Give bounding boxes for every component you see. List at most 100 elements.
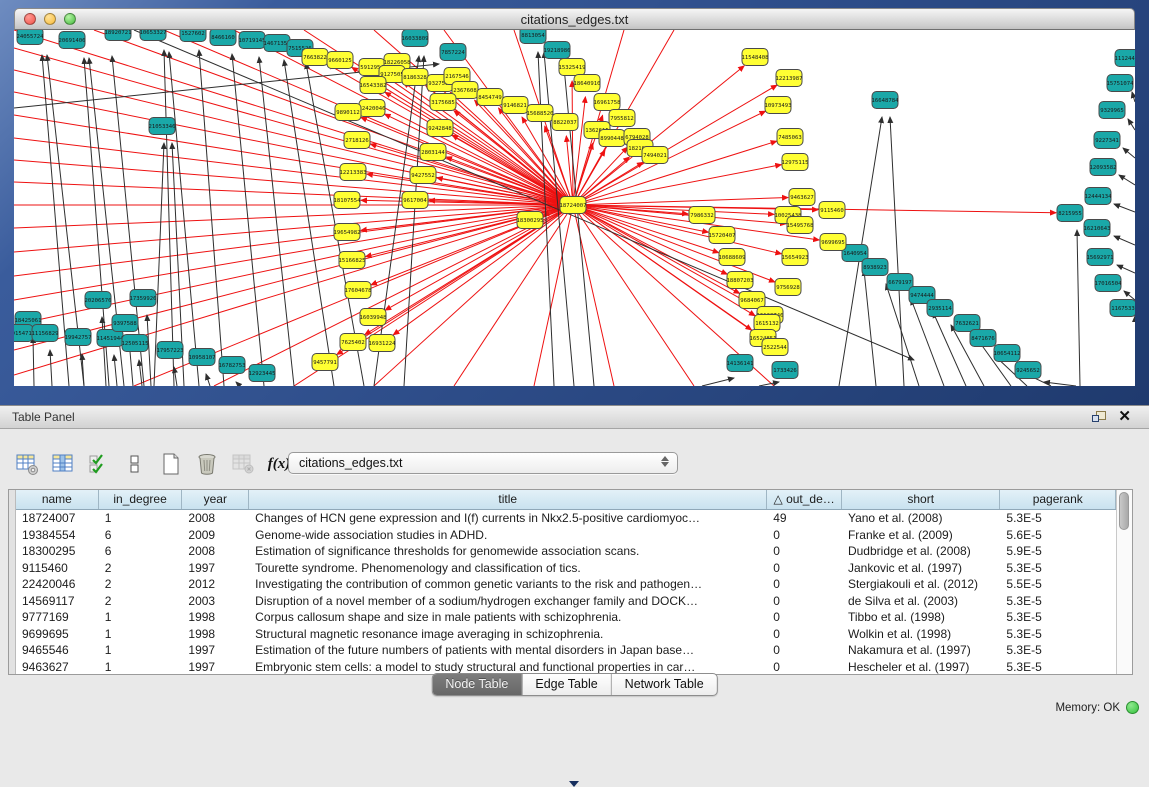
graph-node[interactable]: 9242848 [427, 120, 453, 137]
black-citation-edge[interactable] [164, 50, 174, 386]
graph-node[interactable]: 7857224 [440, 44, 466, 61]
graph-node[interactable]: 12975115 [782, 154, 809, 171]
table-cell[interactable]: 18724007 [16, 510, 99, 527]
black-citation-edge[interactable] [259, 57, 294, 386]
graph-node[interactable]: 2718126 [344, 132, 370, 149]
table-cell[interactable]: 2012 [182, 576, 249, 593]
float-window-icon[interactable] [1092, 411, 1105, 423]
table-cell[interactable]: de Silva et al. (2003) [842, 593, 1000, 610]
table-cell[interactable]: 0 [767, 609, 842, 626]
black-citation-edge[interactable] [169, 52, 199, 386]
table-cell[interactable]: 5.3E-5 [1000, 626, 1116, 643]
table-cell[interactable]: 0 [767, 659, 842, 675]
graph-node[interactable]: 19942757 [65, 329, 92, 346]
graph-node[interactable]: 15751074 [1107, 75, 1135, 92]
black-citation-edge[interactable] [199, 50, 224, 386]
graph-node[interactable]: 10688609 [719, 249, 746, 266]
graph-node[interactable]: 9463627 [789, 189, 815, 206]
red-citation-edge[interactable] [572, 81, 573, 205]
table-cell[interactable]: 2003 [182, 593, 249, 610]
table-cell[interactable]: 2 [99, 560, 183, 577]
table-cell[interactable]: Wolkin et al. (1998) [842, 626, 1000, 643]
graph-node[interactable]: 2935114 [927, 300, 953, 317]
graph-node[interactable]: 7663822 [302, 49, 328, 66]
graph-node[interactable]: 11548408 [742, 49, 770, 66]
table-cell[interactable]: Tourette syndrome. Phenomenology and cla… [249, 560, 767, 577]
graph-node[interactable]: 18300295 [517, 212, 544, 229]
table-cell[interactable]: Changes of HCN gene expression and I(f) … [249, 510, 767, 527]
black-citation-edge[interactable] [50, 350, 52, 386]
table-row[interactable]: 946554611997Estimation of the future num… [16, 642, 1116, 659]
network-window-titlebar[interactable]: citations_edges.txt [14, 8, 1135, 30]
graph-node[interactable]: 3175685 [430, 94, 456, 111]
graph-node[interactable]: 9329965 [1099, 102, 1125, 119]
table-scrollbar-thumb[interactable] [1119, 492, 1129, 530]
black-citation-edge[interactable] [1117, 265, 1135, 273]
black-citation-edge[interactable] [147, 315, 151, 386]
table-cell[interactable]: Yano et al. (2008) [842, 510, 1000, 527]
graph-node[interactable]: 7625402 [340, 334, 366, 351]
table-cell[interactable]: Franke et al. (2009) [842, 527, 1000, 544]
graph-node[interactable]: 11451944 [97, 330, 125, 347]
graph-node[interactable]: 10958107 [189, 349, 216, 366]
graph-node[interactable]: 10653327 [140, 30, 167, 41]
table-row[interactable]: 2242004622012Investigating the contribut… [16, 576, 1116, 593]
table-cell[interactable]: 0 [767, 626, 842, 643]
red-citation-edge[interactable] [573, 205, 775, 282]
black-citation-edge[interactable] [1077, 230, 1080, 386]
table-cell[interactable]: 18300295 [16, 543, 99, 560]
graph-node[interactable]: 8990448 [599, 130, 625, 147]
table-cell[interactable]: 6 [99, 527, 183, 544]
table-cell[interactable]: 0 [767, 642, 842, 659]
table-cell[interactable]: Nakamura et al. (1997) [842, 642, 1000, 659]
table-cell[interactable]: 1998 [182, 626, 249, 643]
graph-node[interactable]: 9397588 [112, 315, 138, 332]
graph-node[interactable]: 1615132 [754, 315, 780, 332]
create-column-icon[interactable] [158, 451, 184, 477]
table-cell[interactable]: Estimation of the future numbers of pati… [249, 642, 767, 659]
black-citation-edge[interactable] [1114, 204, 1135, 212]
graph-node[interactable]: 9115460 [819, 202, 845, 219]
table-cell[interactable]: 5.3E-5 [1000, 659, 1116, 675]
graph-node[interactable]: 9890112 [335, 104, 361, 121]
graph-node[interactable]: 9684067 [739, 292, 765, 309]
table-cell[interactable]: Investigating the contribution of common… [249, 576, 767, 593]
column-header-in_degree[interactable]: in_degree [99, 490, 183, 509]
table-cell[interactable]: 9699695 [16, 626, 99, 643]
table-cell[interactable]: Dudbridge et al. (2008) [842, 543, 1000, 560]
table-cell[interactable]: 14569117 [16, 593, 99, 610]
table-cell[interactable]: 49 [767, 510, 842, 527]
table-cell[interactable]: Disruption of a novel member of a sodium… [249, 593, 767, 610]
table-cell[interactable]: 5.3E-5 [1000, 560, 1116, 577]
graph-node[interactable]: 8938923 [862, 259, 888, 276]
table-cell[interactable]: Embryonic stem cells: a model to study s… [249, 659, 767, 675]
table-cell[interactable]: 2008 [182, 543, 249, 560]
graph-node[interactable]: 1167533 [1110, 300, 1135, 317]
black-citation-edge[interactable] [1123, 148, 1135, 158]
graph-node[interactable]: 7955812 [609, 110, 635, 127]
graph-node[interactable]: 19654982 [334, 224, 361, 241]
table-cell[interactable]: 9465546 [16, 642, 99, 659]
graph-node[interactable]: 7632621 [954, 315, 980, 332]
table-cell[interactable]: 1997 [182, 642, 249, 659]
table-row[interactable]: 1456911722003Disruption of a novel membe… [16, 593, 1116, 610]
table-cell[interactable]: 2009 [182, 527, 249, 544]
graph-node[interactable]: 9146821 [502, 97, 528, 114]
graph-node[interactable]: 21053346 [149, 118, 176, 135]
column-header-title[interactable]: title [249, 490, 767, 509]
row-height-icon[interactable] [122, 451, 148, 477]
select-all-columns-icon[interactable] [86, 451, 112, 477]
graph-node[interactable]: 12213383 [340, 164, 367, 181]
table-cell[interactable]: 1 [99, 659, 183, 675]
table-cell[interactable]: Corpus callosum shape and size in male p… [249, 609, 767, 626]
table-cell[interactable]: 2 [99, 593, 183, 610]
graph-node[interactable]: 15325419 [559, 59, 586, 76]
table-cell[interactable]: 5.3E-5 [1000, 510, 1116, 527]
split-divider[interactable] [0, 386, 1149, 405]
black-citation-edge[interactable] [864, 270, 876, 386]
black-citation-edge[interactable] [1128, 119, 1135, 130]
table-cell[interactable]: 19384554 [16, 527, 99, 544]
graph-node[interactable]: 16039948 [360, 309, 388, 326]
table-cell[interactable]: 5.3E-5 [1000, 593, 1116, 610]
graph-node[interactable]: 15654923 [782, 249, 809, 266]
